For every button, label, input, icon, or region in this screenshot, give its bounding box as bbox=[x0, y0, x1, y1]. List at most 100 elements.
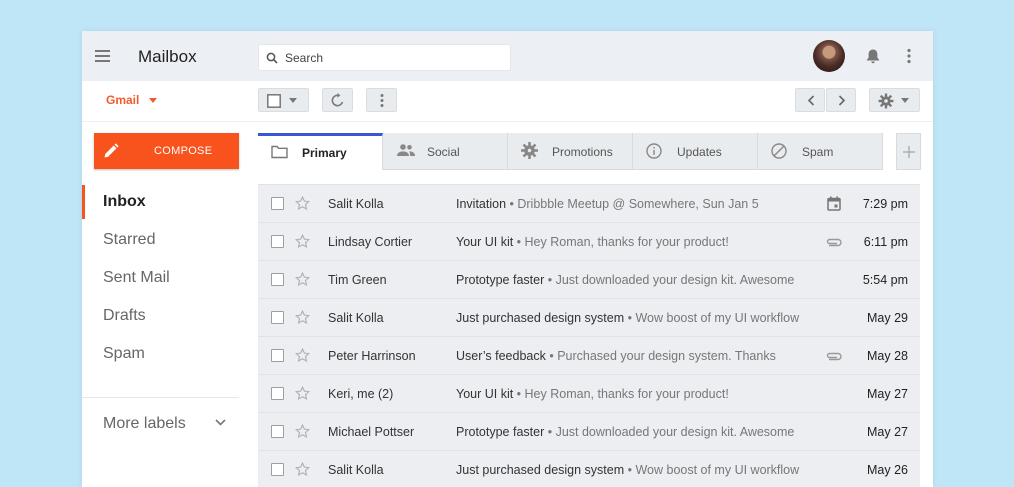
sidebar-item-drafts[interactable]: Drafts bbox=[82, 297, 239, 335]
mail-sender: Salit Kolla bbox=[328, 463, 384, 477]
star-icon[interactable] bbox=[295, 462, 310, 477]
select-all-button[interactable] bbox=[258, 88, 309, 112]
toolbar: Gmail bbox=[82, 81, 933, 122]
sidebar-item-starred[interactable]: Starred bbox=[82, 221, 239, 259]
mail-subject: Your UI kit bbox=[456, 235, 514, 249]
search-icon bbox=[266, 51, 278, 69]
mail-row[interactable]: Salit Kolla Just purchased design system… bbox=[258, 298, 920, 336]
row-checkbox[interactable] bbox=[271, 387, 284, 400]
gear-icon bbox=[878, 93, 894, 109]
sidebar-item-inbox[interactable]: Inbox bbox=[82, 183, 239, 221]
mail-time: 7:29 pm bbox=[862, 197, 908, 211]
tab-primary[interactable]: Primary bbox=[258, 133, 383, 170]
add-tab-button[interactable] bbox=[896, 133, 921, 170]
mail-time: May 26 bbox=[867, 463, 908, 477]
chevron-left-icon bbox=[807, 95, 815, 106]
avatar[interactable] bbox=[813, 40, 845, 72]
bell-icon[interactable] bbox=[865, 48, 881, 70]
mail-row[interactable]: Salit Kolla Invitation • Dribbble Meetup… bbox=[258, 184, 920, 222]
mail-subject: Just purchased design system bbox=[456, 311, 625, 325]
mail-subject-line: Your UI kit • Hey Roman, thanks for your… bbox=[456, 387, 729, 401]
mail-time: 6:11 pm bbox=[863, 235, 908, 249]
mail-subject: User’s feedback bbox=[456, 349, 546, 363]
row-checkbox[interactable] bbox=[271, 273, 284, 286]
mail-subject: Just purchased design system bbox=[456, 463, 625, 477]
gear-badge-icon bbox=[521, 142, 538, 159]
sidebar-item-sent-mail[interactable]: Sent Mail bbox=[82, 259, 239, 297]
mail-row[interactable]: Peter Harrinson User’s feedback • Purcha… bbox=[258, 336, 920, 374]
mail-subject: Prototype faster bbox=[456, 425, 545, 439]
tab-label: Spam bbox=[802, 145, 834, 159]
menu-icon[interactable] bbox=[94, 47, 112, 65]
paperclip-icon bbox=[826, 238, 842, 247]
mail-time: May 28 bbox=[867, 349, 908, 363]
mail-window: Mailbox Gmail bbox=[82, 31, 933, 487]
star-icon[interactable] bbox=[295, 272, 310, 287]
mail-subject: Invitation bbox=[456, 197, 507, 211]
mail-snippet: • Dribbble Meetup @ Somewhere, Sun Jan 5 bbox=[506, 197, 759, 211]
mail-snippet: • Wow boost of my UI workflow bbox=[624, 463, 800, 477]
mail-subject: Prototype faster bbox=[456, 273, 545, 287]
mail-row[interactable]: Michael Pottser Prototype faster • Just … bbox=[258, 412, 920, 450]
star-icon[interactable] bbox=[295, 310, 310, 325]
compose-button[interactable]: COMPOSE bbox=[94, 133, 239, 169]
mail-sender: Lindsay Cortier bbox=[328, 235, 413, 249]
mail-sender: Keri, me (2) bbox=[328, 387, 394, 401]
star-icon[interactable] bbox=[295, 386, 310, 401]
more-labels-toggle[interactable]: More labels bbox=[82, 404, 239, 444]
folder-icon bbox=[271, 145, 288, 159]
paperclip-icon bbox=[826, 352, 842, 361]
caret-down-icon bbox=[289, 98, 297, 103]
chevron-right-icon bbox=[838, 95, 846, 106]
search-input[interactable] bbox=[283, 48, 507, 68]
tab-updates[interactable]: Updates bbox=[633, 133, 758, 170]
tab-promotions[interactable]: Promotions bbox=[508, 133, 633, 170]
star-icon[interactable] bbox=[295, 424, 310, 439]
search-box[interactable] bbox=[258, 44, 511, 71]
star-icon[interactable] bbox=[295, 234, 310, 249]
info-icon bbox=[646, 143, 662, 159]
mail-row[interactable]: Keri, me (2) Your UI kit • Hey Roman, th… bbox=[258, 374, 920, 412]
caret-down-icon bbox=[901, 98, 909, 103]
row-checkbox[interactable] bbox=[271, 311, 284, 324]
next-page-button[interactable] bbox=[826, 88, 856, 112]
row-checkbox[interactable] bbox=[271, 197, 284, 210]
mail-row[interactable]: Salit Kolla Just purchased design system… bbox=[258, 450, 920, 487]
mail-sender: Michael Pottser bbox=[328, 425, 415, 439]
mail-snippet: • Hey Roman, thanks for your product! bbox=[513, 235, 729, 249]
sidebar-divider bbox=[82, 397, 239, 398]
settings-button[interactable] bbox=[869, 88, 920, 112]
mail-snippet: • Just downloaded your design kit. Aweso… bbox=[544, 273, 795, 287]
mail-row[interactable]: Lindsay Cortier Your UI kit • Hey Roman,… bbox=[258, 222, 920, 260]
mail-row[interactable]: Tim Green Prototype faster • Just downlo… bbox=[258, 260, 920, 298]
chevron-down-icon bbox=[215, 419, 226, 426]
mail-subject-line: Prototype faster • Just downloaded your … bbox=[456, 425, 794, 439]
previous-page-button[interactable] bbox=[795, 88, 825, 112]
mail-subject-line: Just purchased design system • Wow boost… bbox=[456, 311, 799, 325]
checkbox-icon bbox=[267, 94, 281, 108]
tab-label: Updates bbox=[677, 145, 722, 159]
mail-time: 5:54 pm bbox=[862, 273, 908, 287]
mail-snippet: • Wow boost of my UI workflow bbox=[624, 311, 800, 325]
mail-list: Salit Kolla Invitation • Dribbble Meetup… bbox=[258, 184, 920, 487]
sidebar-item-spam[interactable]: Spam bbox=[82, 335, 239, 373]
calendar-icon bbox=[827, 196, 841, 211]
mail-snippet: • Hey Roman, thanks for your product! bbox=[513, 387, 729, 401]
account-selector[interactable]: Gmail bbox=[106, 93, 158, 107]
row-checkbox[interactable] bbox=[271, 349, 284, 362]
mail-time: May 29 bbox=[867, 311, 908, 325]
mail-subject-line: Just purchased design system • Wow boost… bbox=[456, 463, 799, 477]
star-icon[interactable] bbox=[295, 348, 310, 363]
row-checkbox[interactable] bbox=[271, 463, 284, 476]
tab-social[interactable]: Social bbox=[383, 133, 508, 170]
pencil-icon bbox=[103, 143, 119, 162]
more-actions-button[interactable] bbox=[366, 88, 397, 112]
row-checkbox[interactable] bbox=[271, 425, 284, 438]
more-vertical-icon[interactable] bbox=[906, 48, 912, 69]
star-icon[interactable] bbox=[295, 196, 310, 211]
row-checkbox[interactable] bbox=[271, 235, 284, 248]
tab-label: Promotions bbox=[552, 145, 613, 159]
tab-spam[interactable]: Spam bbox=[758, 133, 883, 170]
top-bar: Mailbox bbox=[82, 31, 933, 81]
refresh-button[interactable] bbox=[322, 88, 353, 112]
